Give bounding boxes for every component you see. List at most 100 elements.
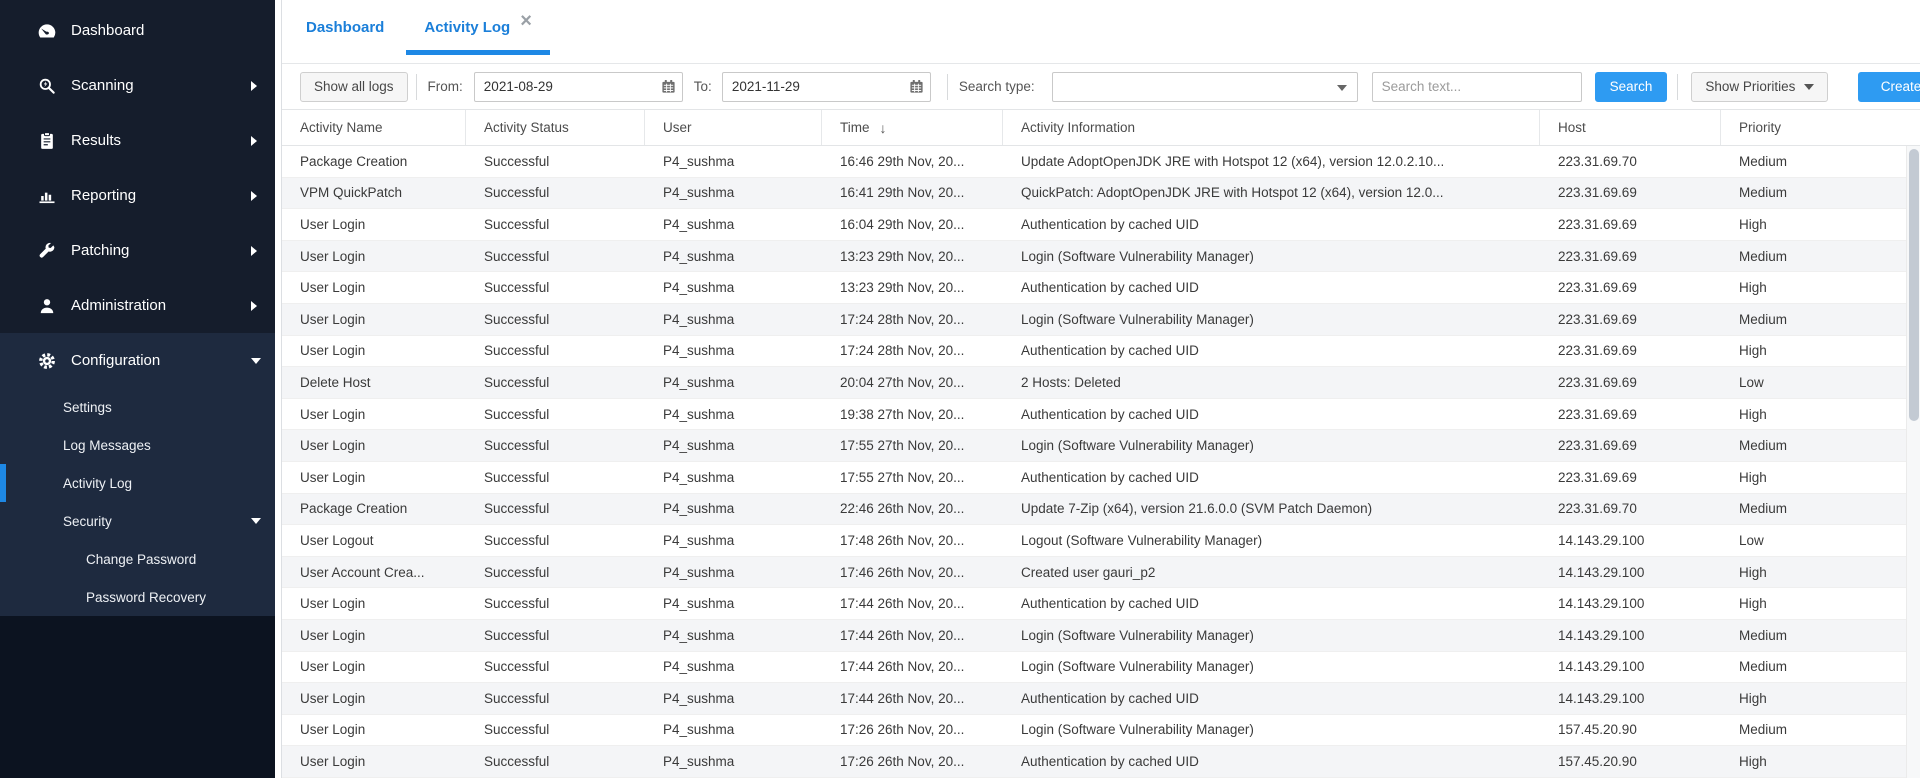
cell-time: 17:24 28th Nov, 20... [822, 304, 1003, 335]
cell-priority: Medium [1721, 146, 1920, 177]
column-header-host[interactable]: Host [1540, 110, 1721, 145]
cell-activity-name: VPM QuickPatch [282, 178, 466, 209]
cell-host: 223.31.69.69 [1540, 462, 1721, 493]
table-row[interactable]: Package CreationSuccessfulP4_sushma22:46… [282, 494, 1920, 526]
create-button[interactable]: Create [1858, 72, 1920, 102]
cell-user: P4_sushma [645, 620, 822, 651]
scrollbar-thumb[interactable] [1909, 149, 1919, 421]
column-header-activity-name[interactable]: Activity Name [282, 110, 466, 145]
table-row[interactable]: User LoginSuccessfulP4_sushma17:24 28th … [282, 336, 1920, 368]
sidebar-item-administration[interactable]: Administration [0, 278, 275, 333]
cell-time: 17:46 26th Nov, 20... [822, 557, 1003, 588]
table-row[interactable]: User LogoutSuccessfulP4_sushma17:48 26th… [282, 525, 1920, 557]
cell-host: 14.143.29.100 [1540, 588, 1721, 619]
sidebar-item-patching[interactable]: Patching [0, 223, 275, 278]
table-row[interactable]: User LoginSuccessfulP4_sushma17:55 27th … [282, 462, 1920, 494]
show-all-logs-button[interactable]: Show all logs [300, 72, 408, 102]
table-row[interactable]: Package CreationSuccessfulP4_sushma16:46… [282, 146, 1920, 178]
column-header-priority[interactable]: Priority [1721, 110, 1920, 145]
table-row[interactable]: User LoginSuccessfulP4_sushma16:04 29th … [282, 209, 1920, 241]
sidebar-item-log-messages[interactable]: Log Messages [0, 426, 275, 464]
from-date-field [474, 72, 683, 102]
sidebar-item-dashboard[interactable]: Dashboard [0, 3, 275, 58]
cell-activity-information: Login (Software Vulnerability Manager) [1003, 304, 1540, 335]
tab-activity-log[interactable]: Activity Log× [406, 0, 550, 55]
table-row[interactable]: Delete HostSuccessfulP4_sushma20:04 27th… [282, 367, 1920, 399]
search-type-dropdown[interactable] [1052, 72, 1358, 102]
cell-activity-information: Authentication by cached UID [1003, 336, 1540, 367]
table-body: Package CreationSuccessfulP4_sushma16:46… [282, 146, 1920, 778]
table-row[interactable]: User Account Crea...SuccessfulP4_sushma1… [282, 557, 1920, 589]
search-input[interactable] [1372, 72, 1582, 102]
table-row[interactable]: User LoginSuccessfulP4_sushma17:44 26th … [282, 652, 1920, 684]
cell-time: 16:41 29th Nov, 20... [822, 178, 1003, 209]
sidebar-item-password-recovery[interactable]: Password Recovery [0, 578, 275, 616]
table-row[interactable]: User LoginSuccessfulP4_sushma17:24 28th … [282, 304, 1920, 336]
cell-activity-status: Successful [466, 494, 645, 525]
table-row[interactable]: User LoginSuccessfulP4_sushma17:44 26th … [282, 620, 1920, 652]
sidebar-item-activity-log[interactable]: Activity Log [0, 464, 275, 502]
column-header-time[interactable]: Time↓ [822, 110, 1003, 145]
cell-activity-information: QuickPatch: AdoptOpenJDK JRE with Hotspo… [1003, 178, 1540, 209]
cell-host: 14.143.29.100 [1540, 652, 1721, 683]
table-row[interactable]: User LoginSuccessfulP4_sushma17:26 26th … [282, 746, 1920, 778]
calendar-icon[interactable] [903, 79, 930, 94]
cell-host: 223.31.69.70 [1540, 146, 1721, 177]
cell-activity-information: Login (Software Vulnerability Manager) [1003, 430, 1540, 461]
close-icon[interactable]: × [520, 11, 532, 31]
sidebar-item-settings[interactable]: Settings [0, 388, 275, 426]
cell-activity-status: Successful [466, 399, 645, 430]
cell-priority: High [1721, 399, 1920, 430]
sidebar-item-label: Dashboard [71, 22, 144, 39]
cell-activity-name: User Login [282, 652, 466, 683]
cell-activity-status: Successful [466, 178, 645, 209]
from-date-input[interactable] [475, 79, 655, 94]
cell-activity-information: Update 7-Zip (x64), version 21.6.0.0 (SV… [1003, 494, 1540, 525]
cell-activity-name: User Login [282, 683, 466, 714]
search-button[interactable]: Search [1595, 72, 1668, 102]
cell-activity-information: Login (Software Vulnerability Manager) [1003, 652, 1540, 683]
cell-user: P4_sushma [645, 525, 822, 556]
tab-dashboard[interactable]: Dashboard [288, 0, 402, 55]
cell-user: P4_sushma [645, 652, 822, 683]
bar-chart-icon [36, 185, 58, 207]
cell-user: P4_sushma [645, 209, 822, 240]
sidebar-item-security[interactable]: Security [0, 502, 275, 540]
sidebar-item-scanning[interactable]: Scanning [0, 58, 275, 113]
table-row[interactable]: User LoginSuccessfulP4_sushma19:38 27th … [282, 399, 1920, 431]
table-row[interactable]: User LoginSuccessfulP4_sushma17:44 26th … [282, 588, 1920, 620]
table-row[interactable]: User LoginSuccessfulP4_sushma17:44 26th … [282, 683, 1920, 715]
table-row[interactable]: User LoginSuccessfulP4_sushma13:23 29th … [282, 272, 1920, 304]
sidebar-item-label: Results [71, 132, 121, 149]
sidebar-item-label: Configuration [71, 352, 160, 369]
cell-time: 16:46 29th Nov, 20... [822, 146, 1003, 177]
cell-host: 157.45.20.90 [1540, 715, 1721, 746]
toolbar-separator [1677, 74, 1678, 100]
sidebar-item-label: Patching [71, 242, 129, 259]
calendar-icon[interactable] [655, 79, 682, 94]
table-row[interactable]: User LoginSuccessfulP4_sushma17:26 26th … [282, 715, 1920, 747]
show-priorities-button[interactable]: Show Priorities [1691, 72, 1828, 102]
sidebar-item-change-password[interactable]: Change Password [0, 540, 275, 578]
cell-activity-status: Successful [466, 272, 645, 303]
column-header-user[interactable]: User [645, 110, 822, 145]
cell-activity-information: Login (Software Vulnerability Manager) [1003, 620, 1540, 651]
table-row[interactable]: User LoginSuccessfulP4_sushma13:23 29th … [282, 241, 1920, 273]
sidebar-item-results[interactable]: Results [0, 113, 275, 168]
chevron-down-icon [251, 518, 261, 524]
column-header-activity-status[interactable]: Activity Status [466, 110, 645, 145]
vertical-scrollbar[interactable] [1906, 146, 1920, 778]
content-inner: DashboardActivity Log× Show all logs Fro… [282, 0, 1920, 778]
table-row[interactable]: VPM QuickPatchSuccessfulP4_sushma16:41 2… [282, 178, 1920, 210]
cell-host: 223.31.69.69 [1540, 430, 1721, 461]
column-header-activity-information[interactable]: Activity Information [1003, 110, 1540, 145]
cell-user: P4_sushma [645, 588, 822, 619]
cell-host: 223.31.69.69 [1540, 272, 1721, 303]
sidebar-item-configuration[interactable]: Configuration [0, 333, 275, 388]
cell-time: 17:55 27th Nov, 20... [822, 430, 1003, 461]
cell-user: P4_sushma [645, 241, 822, 272]
sidebar-item-reporting[interactable]: Reporting [0, 168, 275, 223]
cell-priority: Medium [1721, 430, 1920, 461]
to-date-input[interactable] [723, 79, 903, 94]
table-row[interactable]: User LoginSuccessfulP4_sushma17:55 27th … [282, 430, 1920, 462]
